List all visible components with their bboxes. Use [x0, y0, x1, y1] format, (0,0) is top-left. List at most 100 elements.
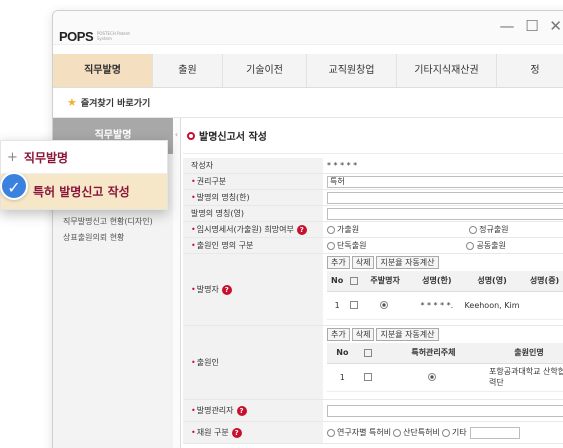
menu-item-other-ip[interactable]: 기타지식재산권: [397, 54, 497, 87]
row-applicant-type: • 출원인 명의 구분 단독출원 공동출원: [183, 238, 563, 254]
favorites-bar[interactable]: ★ 즐겨찾기 바로가기: [53, 88, 563, 118]
auto-share-button[interactable]: 지분율 자동계산: [376, 256, 439, 269]
col-name-zh: 성명(중): [520, 271, 563, 292]
callout-job-invention[interactable]: + 직무발명: [1, 141, 167, 173]
help-icon[interactable]: ?: [221, 284, 232, 295]
add-applicant-button[interactable]: 추가: [327, 328, 350, 341]
table-row: 1 포항공과대학교 산학협력단: [327, 363, 563, 392]
name-ko-label: 발명의 명칭(한): [196, 193, 250, 202]
applicant-table: No 특허관리주체 출원인명 1 포항공과대학교 산학협력단: [327, 343, 563, 392]
bullet-icon: [187, 131, 195, 140]
funding-label: 재원 구분: [196, 428, 229, 437]
row-checkbox[interactable]: [347, 291, 361, 320]
menu-item-more[interactable]: 정: [497, 54, 563, 87]
inventor-label: 발명자: [196, 285, 219, 294]
patent-manager-radio[interactable]: [377, 363, 489, 392]
window-controls[interactable]: — ☐ ✕: [499, 17, 563, 35]
help-icon[interactable]: ?: [236, 405, 247, 416]
writer-value: * * * * *: [327, 161, 358, 170]
delete-applicant-button[interactable]: 삭제: [351, 328, 375, 341]
col-main-inventor: 주발명자: [360, 271, 410, 292]
table-header: No 특허관리주체 출원인명: [327, 343, 563, 364]
manager-label: 발명관리자: [196, 406, 234, 415]
app-radio-1[interactable]: [327, 241, 335, 250]
funding-radio-3[interactable]: [441, 428, 450, 437]
right-type-field[interactable]: 특허: [327, 175, 563, 188]
funding-opt2: 산단특허비: [403, 428, 440, 437]
col-check[interactable]: [347, 271, 361, 292]
temp-opt1-label: 가출원: [337, 225, 360, 234]
logo-subtitle: POSTECH Patent System: [97, 31, 130, 41]
menu-item-tech-transfer[interactable]: 기술이전: [223, 54, 307, 87]
app-radio-2[interactable]: [466, 241, 475, 250]
row-applicant: • 출원인 추가 삭제 지분율 자동계산 No 특허관리주체 출원인명 1 포항…: [183, 326, 563, 400]
name-ko-input[interactable]: [327, 191, 563, 204]
temp-spec-label: 임시명세서(가출원) 희망여부: [196, 225, 294, 234]
favorites-label: 즐겨찾기 바로가기: [80, 99, 151, 109]
callout-item2-label: 특허 발명신고 작성: [33, 185, 130, 199]
menu-item-startup[interactable]: 교직원창업: [307, 54, 397, 87]
name-en-input[interactable]: [327, 207, 563, 220]
add-inventor-button[interactable]: 추가: [327, 256, 350, 269]
app-opt2-label: 공동출원: [476, 241, 506, 250]
check-icon: ✓: [0, 172, 28, 200]
plus-icon: +: [7, 149, 18, 165]
delete-inventor-button[interactable]: 삭제: [351, 256, 375, 269]
manager-input[interactable]: [327, 404, 563, 417]
page-title: 발명신고서 작성: [183, 118, 563, 154]
help-icon[interactable]: ?: [231, 427, 242, 438]
menu-item-application[interactable]: 출원: [153, 54, 223, 87]
main-menu: 직무발명 출원 기술이전 교직원창업 기타지식재산권 정: [53, 54, 563, 88]
funding-opt1: 연구자별 특허비: [337, 428, 392, 437]
temp-opt2-label: 정규출원: [479, 225, 509, 234]
right-type-label: 권리구분: [196, 177, 227, 186]
callout-item1-label: 직무발명: [23, 150, 69, 165]
applicant-type-label: 출원인 명의 구분: [196, 241, 254, 250]
funding-radio-2[interactable]: [393, 428, 402, 437]
table-row: 1 * * * * *. Keehoon, Kim: [327, 291, 563, 320]
funding-other-input[interactable]: [469, 426, 520, 439]
col-applicant-name: 출원인명: [489, 343, 563, 364]
star-icon: ★: [67, 96, 77, 109]
cell-name-ko: * * * * *.: [409, 291, 465, 320]
page-title-text: 발명신고서 작성: [199, 132, 267, 143]
invention-form: 작성자 * * * * * • 권리구분 특허 • 발명의 명칭(한) 발명의 명칭…: [183, 158, 563, 444]
title-bar: POPS POSTECH Patent System — ☐ ✕: [53, 11, 563, 45]
col-check[interactable]: [357, 343, 378, 364]
main-content: 발명신고서 작성 작성자 * * * * * • 권리구분 특허 • 발명의 명칭(…: [183, 118, 563, 448]
writer-label: 작성자: [183, 158, 323, 173]
cell-applicant-name: 포항공과대학교 산학협력단: [489, 363, 563, 392]
cell-no: 1: [327, 291, 348, 320]
sidebar-item-trademark-status[interactable]: 상표출원의뢰 현황: [53, 230, 173, 246]
col-no: No: [327, 271, 348, 292]
logo-row: POPS POSTECH Patent System: [53, 29, 563, 45]
col-patent-manager: 특허관리주체: [377, 343, 489, 364]
row-temp-spec: • 임시명세서(가출원) 희망여부? 가출원 정규출원: [183, 222, 563, 238]
main-inventor-radio[interactable]: [360, 291, 410, 320]
row-inventor: • 발명자? 추가 삭제 지분율 자동계산 No 주발명자 성명(한) 성명(영) 성…: [183, 254, 563, 326]
funding-radio-1[interactable]: [327, 428, 335, 437]
temp-radio-1[interactable]: [327, 225, 335, 234]
funding-opt3: 기타: [451, 428, 467, 437]
name-en-label: 발명의 명칭(영): [191, 209, 244, 218]
applicant-label: 출원인: [196, 358, 219, 367]
sidebar-item-design-status[interactable]: 직무발명신고 현황(디자인): [53, 214, 173, 230]
cell-no: 1: [327, 363, 358, 392]
highlight-callout: + 직무발명 특허 발명신고 작성: [0, 140, 168, 210]
temp-radio-2[interactable]: [469, 225, 478, 234]
row-right-type: • 권리구분 특허: [183, 174, 563, 190]
app-window: POPS POSTECH Patent System — ☐ ✕ 직무발명 출원…: [52, 10, 563, 448]
inventor-table: No 주발명자 성명(한) 성명(영) 성명(중) 1 * * * * *. K…: [327, 271, 563, 320]
table-header: No 주발명자 성명(한) 성명(영) 성명(중): [327, 271, 563, 292]
menu-item-job-invention[interactable]: 직무발명: [53, 54, 153, 87]
auto-share-button-2[interactable]: 지분율 자동계산: [376, 328, 439, 341]
row-checkbox[interactable]: [357, 363, 378, 392]
row-name-ko: • 발명의 명칭(한): [183, 190, 563, 206]
row-manager: • 발명관리자?: [183, 400, 563, 422]
collapse-arrow-icon[interactable]: ‹: [173, 118, 181, 448]
row-writer: 작성자 * * * * *: [183, 158, 563, 174]
help-icon[interactable]: ?: [296, 224, 307, 235]
col-no: No: [327, 343, 358, 364]
col-name-en: 성명(영): [464, 271, 521, 292]
row-funding: • 재원 구분? 연구자별 특허비 산단특허비 기타: [183, 422, 563, 444]
